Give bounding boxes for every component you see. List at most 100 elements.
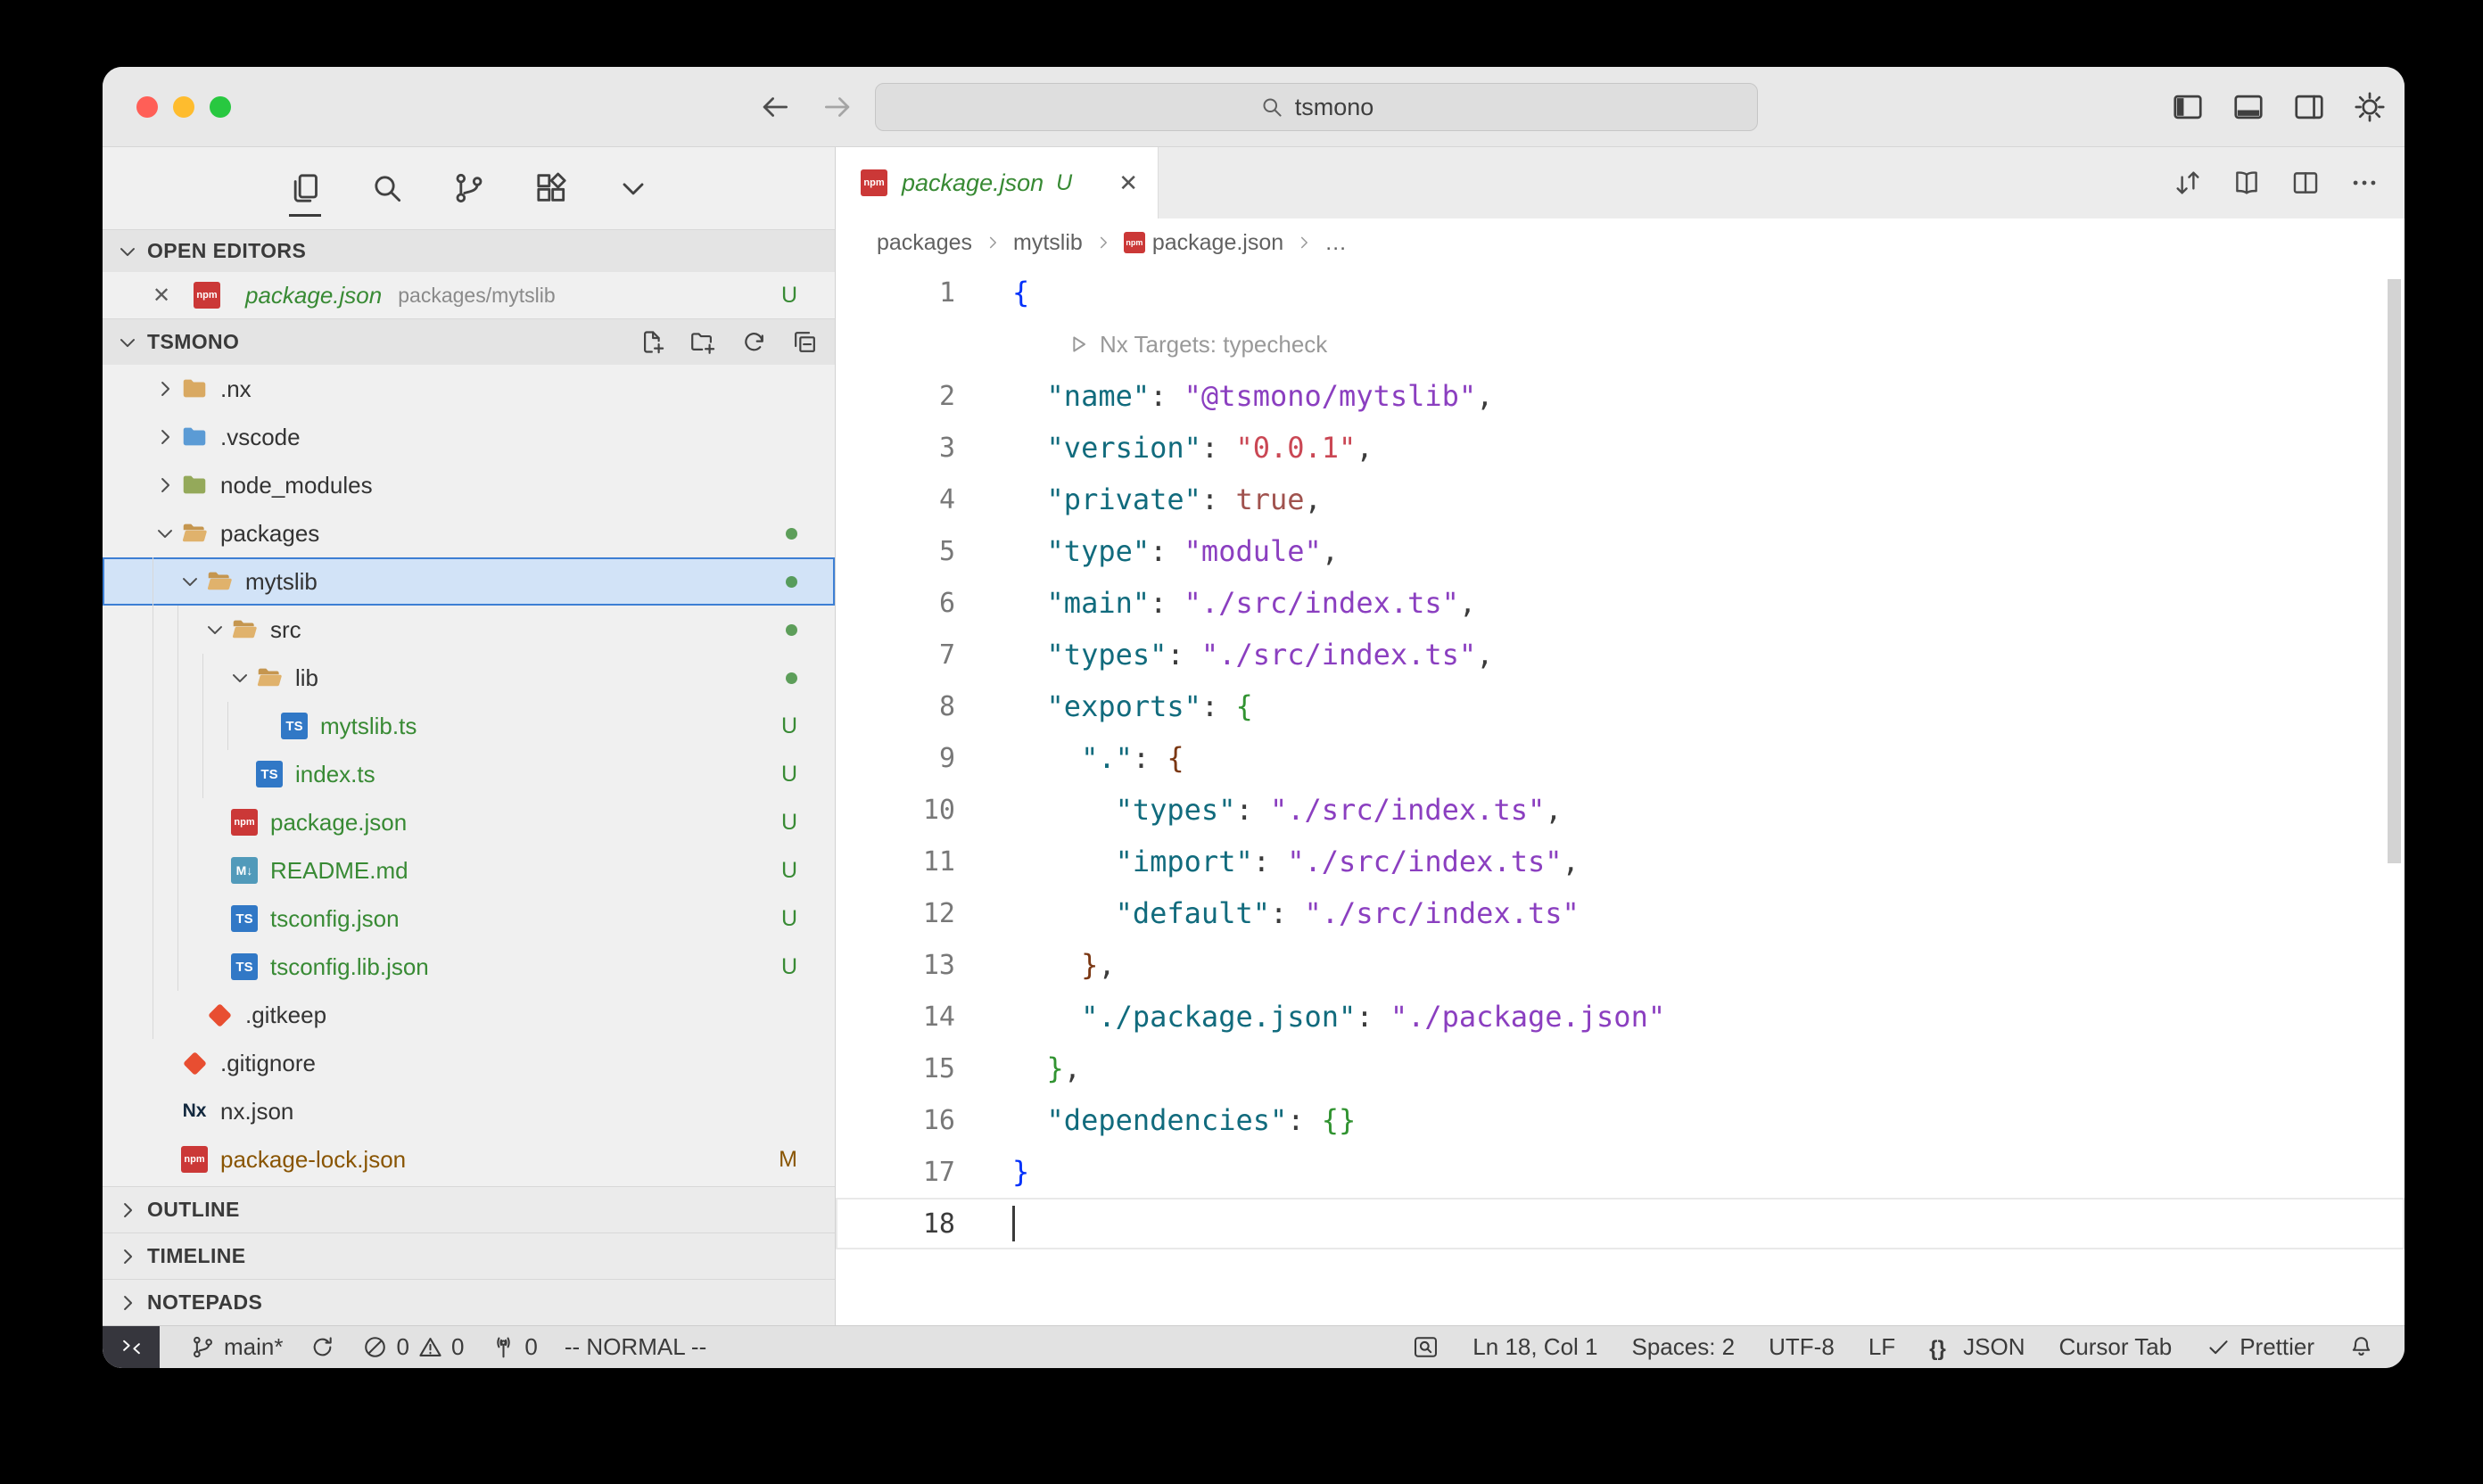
status-formatter[interactable]: Prettier [2206, 1326, 2314, 1368]
code-line-5[interactable]: 5 "type": "module", [836, 525, 2405, 577]
code-editor[interactable]: 1{Nx Targets: typecheck2 "name": "@tsmon… [836, 267, 2405, 1325]
status-notifications[interactable] [2348, 1326, 2374, 1368]
breadcrumb-item-package-json[interactable]: npmpackage.json [1124, 230, 1283, 256]
status-remote-indicator[interactable] [103, 1326, 160, 1368]
activity-source-control[interactable] [451, 170, 487, 206]
git-status-badge: U [781, 283, 797, 309]
tree-item-vscode[interactable]: .vscode [103, 413, 835, 461]
breadcrumb-item-[interactable]: … [1324, 230, 1347, 256]
toggle-panel-button[interactable] [2231, 90, 2265, 124]
line-number: 9 [836, 743, 955, 774]
tree-item-readme-md[interactable]: M↓README.mdU [103, 846, 835, 895]
activity-more-views[interactable] [615, 170, 651, 206]
tree-item-lib[interactable]: lib [103, 654, 835, 702]
code-line-10[interactable]: 10 "types": "./src/index.ts", [836, 784, 2405, 836]
code-line-15[interactable]: 15 }, [836, 1043, 2405, 1094]
tree-item-mytslib[interactable]: mytslib [103, 557, 835, 606]
status-cursor-position[interactable]: Ln 18, Col 1 [1472, 1326, 1597, 1368]
open-editors-header[interactable]: OPEN EDITORS [103, 229, 835, 272]
section-outline[interactable]: OUTLINE [103, 1186, 835, 1233]
status-cursor-tab[interactable]: Cursor Tab [2059, 1326, 2173, 1368]
status-vim-mode[interactable]: -- NORMAL -- [565, 1326, 706, 1368]
close-icon[interactable]: ✕ [153, 283, 179, 309]
status-encoding[interactable]: UTF-8 [1769, 1326, 1835, 1368]
open-changes-button[interactable] [2173, 168, 2203, 198]
code-line-13[interactable]: 13 }, [836, 939, 2405, 991]
minimize-window-button[interactable] [173, 96, 194, 118]
code-line-9[interactable]: 9 ".": { [836, 732, 2405, 784]
toggle-secondary-sidebar-button[interactable] [2292, 90, 2326, 124]
chevron-down-icon [177, 569, 204, 594]
status-zoom-indicator[interactable] [1413, 1326, 1439, 1368]
tree-item-gitignore[interactable]: .gitignore [103, 1039, 835, 1087]
status-git-branch[interactable]: main* [190, 1326, 283, 1368]
tree-item-mytslib-ts[interactable]: TSmytslib.tsU [103, 702, 835, 750]
tree-item-tsconfig-json[interactable]: TStsconfig.jsonU [103, 895, 835, 943]
new-folder-button[interactable] [689, 328, 717, 356]
tree-item-node-modules[interactable]: node_modules [103, 461, 835, 509]
tree-item-index-ts[interactable]: TSindex.tsU [103, 750, 835, 798]
code-line-6[interactable]: 6 "main": "./src/index.ts", [836, 577, 2405, 629]
tree-item-label: .nx [220, 375, 252, 403]
code-line-11[interactable]: 11 "import": "./src/index.ts", [836, 836, 2405, 887]
section-notepads[interactable]: NOTEPADS [103, 1279, 835, 1325]
open-editor-item[interactable]: ✕ npm package.json packages/mytslib U [103, 272, 835, 318]
breadcrumb-item-packages[interactable]: packages [877, 230, 972, 256]
code-line-8[interactable]: 8 "exports": { [836, 680, 2405, 732]
code-line-7[interactable]: 7 "types": "./src/index.ts", [836, 629, 2405, 680]
activity-extensions[interactable] [533, 170, 569, 206]
code-line-12[interactable]: 12 "default": "./src/index.ts" [836, 887, 2405, 939]
tree-item-label: .vscode [220, 424, 301, 451]
tab-package-json[interactable]: npm package.json U ✕ [836, 147, 1159, 218]
toggle-primary-sidebar-button[interactable] [2171, 90, 2205, 124]
tree-item-packages[interactable]: packages [103, 509, 835, 557]
activity-explorer[interactable] [287, 170, 323, 206]
codelens-nx-targets[interactable]: Nx Targets: typecheck [836, 318, 2405, 370]
code-line-1[interactable]: 1{ [836, 267, 2405, 318]
tree-item-package-lock-json[interactable]: npmpackage-lock.jsonM [103, 1135, 835, 1183]
code-line-16[interactable]: 16 "dependencies": {} [836, 1094, 2405, 1146]
breadcrumb-item-mytslib[interactable]: mytslib [1013, 230, 1083, 256]
navigate-forward-button[interactable] [821, 90, 854, 124]
tree-item-package-json[interactable]: npmpackage.jsonU [103, 798, 835, 846]
status-ports[interactable]: 0 [491, 1326, 537, 1368]
refresh-explorer-button[interactable] [740, 328, 768, 356]
branch-icon [451, 194, 487, 210]
scrollbar[interactable] [2388, 279, 2401, 863]
status-sync-changes[interactable] [309, 1326, 335, 1368]
sidebar: OPEN EDITORS ✕ npm package.json packages… [103, 147, 836, 1325]
tree-item-src[interactable]: src [103, 606, 835, 654]
collapse-folders-button[interactable] [791, 328, 819, 356]
book-icon [2231, 186, 2262, 202]
open-preview-button[interactable] [2231, 168, 2262, 198]
status-indentation[interactable]: Spaces: 2 [1632, 1326, 1736, 1368]
status-language-mode[interactable]: {}JSON [1929, 1326, 2025, 1368]
code-line-17[interactable]: 17} [836, 1146, 2405, 1198]
new-file-button[interactable] [639, 328, 666, 356]
split-editor-button[interactable] [2290, 168, 2321, 198]
tree-item-label: tsconfig.lib.json [270, 953, 429, 981]
tree-item-nx[interactable]: .nx [103, 365, 835, 413]
settings-button[interactable] [2353, 90, 2387, 124]
project-title: TSMONO [147, 330, 239, 354]
navigate-back-button[interactable] [758, 90, 792, 124]
code-line-18[interactable]: 18 [836, 1198, 2405, 1249]
search-icon [1259, 95, 1284, 120]
code-line-4[interactable]: 4 "private": true, [836, 474, 2405, 525]
activity-search[interactable] [369, 170, 405, 206]
tree-item-tsconfig-lib-json[interactable]: TStsconfig.lib.jsonU [103, 943, 835, 991]
tree-item-nx-json[interactable]: Nxnx.json [103, 1087, 835, 1135]
more-actions-button[interactable] [2349, 168, 2380, 198]
status-problems[interactable]: 00 [362, 1326, 464, 1368]
zoom-window-button[interactable] [210, 96, 231, 118]
command-search-box[interactable]: tsmono [875, 83, 1758, 131]
status-eol[interactable]: LF [1868, 1326, 1895, 1368]
close-tab-icon[interactable]: ✕ [1118, 169, 1138, 197]
close-window-button[interactable] [136, 96, 158, 118]
code-line-3[interactable]: 3 "version": "0.0.1", [836, 422, 2405, 474]
code-line-2[interactable]: 2 "name": "@tsmono/mytslib", [836, 370, 2405, 422]
project-header[interactable]: TSMONO [103, 318, 835, 365]
section-timeline[interactable]: TIMELINE [103, 1233, 835, 1279]
code-line-14[interactable]: 14 "./package.json": "./package.json" [836, 991, 2405, 1043]
tree-item-gitkeep[interactable]: .gitkeep [103, 991, 835, 1039]
